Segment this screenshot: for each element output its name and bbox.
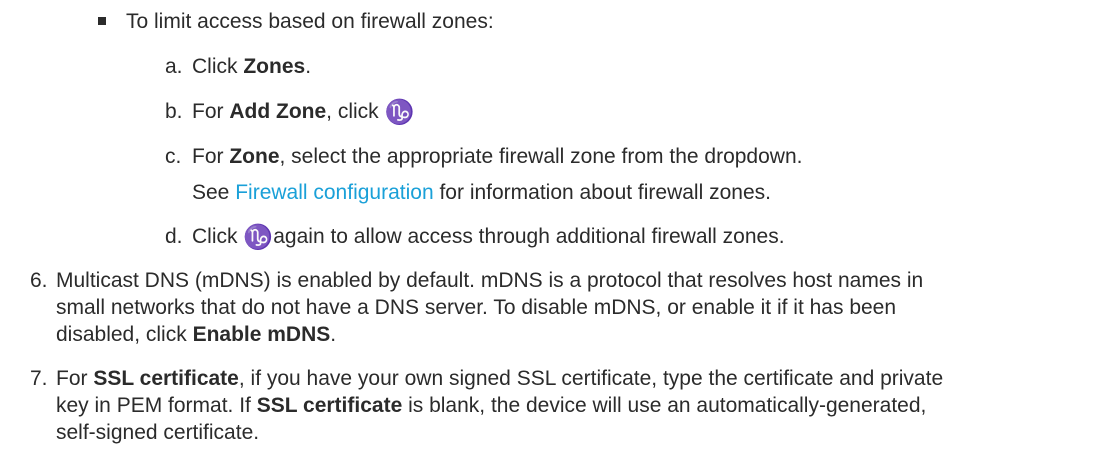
zones-step-c: c. For Zone, select the appropriate firew… — [165, 145, 803, 168]
add-icon: ♑ — [384, 97, 415, 126]
ssl-certificate-label: SSL certificate — [93, 367, 239, 390]
zones-step-b: b. For Add Zone, click ♑ — [165, 97, 415, 126]
add-icon: ♑ — [243, 222, 274, 251]
step-6-line-2: small networks that do not have a DNS se… — [56, 296, 897, 319]
step-number: 7. — [30, 367, 48, 390]
step-6-line-3: disabled, click Enable mDNS. — [56, 323, 337, 346]
step-number: 6. — [30, 269, 48, 292]
zones-step-d: d. Click ♑again to allow access through a… — [165, 222, 785, 251]
add-zone-label: Add Zone — [229, 100, 327, 123]
ssl-certificate-label: SSL certificate — [256, 394, 403, 417]
zone-label: Zone — [229, 145, 280, 168]
zones-label: Zones — [243, 55, 306, 78]
bullet-marker — [98, 17, 106, 25]
step-marker: d. — [165, 225, 183, 248]
step-marker: c. — [165, 145, 182, 168]
step-marker: a. — [165, 55, 183, 78]
enable-mdns-label: Enable mDNS — [192, 323, 331, 346]
step-7-line-3: self-signed certificate. — [56, 421, 260, 444]
zones-step-a: a. Click Zones. — [165, 55, 312, 78]
step-7-line-2: key in PEM format. If SSL certificate is… — [56, 394, 927, 417]
see-firewall-line: See Firewall configuration for informati… — [192, 181, 771, 204]
zones-intro: To limit access based on firewall zones: — [126, 8, 494, 35]
step-7-line-1: 7. For SSL certificate, if you have your … — [30, 367, 944, 390]
zones-intro-text: To limit access based on firewall zones: — [126, 10, 494, 33]
step-marker: b. — [165, 100, 183, 123]
step-6-line-1: 6. Multicast DNS (mDNS) is enabled by def… — [30, 269, 924, 292]
firewall-configuration-link[interactable]: Firewall configuration — [235, 181, 433, 204]
document-page: To limit access based on firewall zones:… — [0, 0, 1118, 463]
